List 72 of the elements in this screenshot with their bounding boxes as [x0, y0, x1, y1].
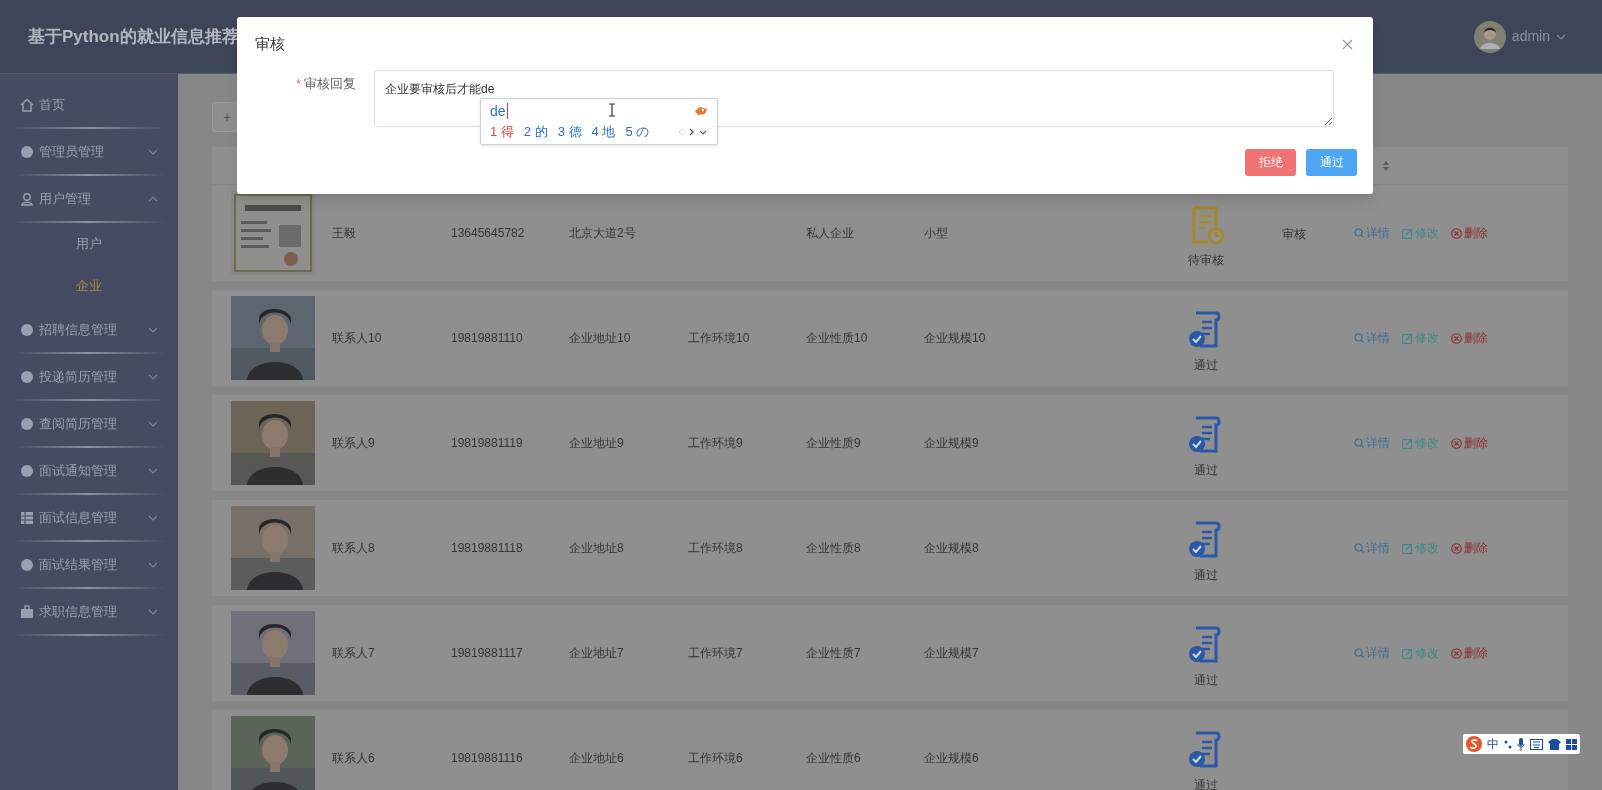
table-cell-text: 企业规模10: [924, 330, 987, 347]
app-title: 基于Python的就业信息推荐: [28, 25, 239, 48]
table-cell-text: 企业地址10: [569, 330, 632, 347]
table-cell-text: 企业地址8: [569, 540, 625, 557]
field-label: 审核回复: [304, 74, 356, 93]
required-mark: *: [295, 74, 301, 93]
table-cell-text: 企业性质7: [806, 645, 862, 662]
table-cell-text: 19819881116: [451, 750, 524, 767]
detail-link[interactable]: 详情: [1354, 329, 1390, 347]
ime-mode[interactable]: 中: [1487, 735, 1499, 753]
table-cell-text: 企业地址6: [569, 750, 625, 767]
table-cell-text: 企业性质6: [806, 750, 862, 767]
table-cell-text: 19819881119: [451, 435, 524, 452]
table-cell-text: 19819881110: [451, 330, 524, 347]
detail-link[interactable]: 详情: [1354, 644, 1390, 662]
detail-link[interactable]: 详情: [1354, 539, 1390, 557]
table-cell-text: 联系人10: [332, 330, 383, 347]
table-cell-text: 北京大道2号: [569, 225, 637, 242]
delete-link[interactable]: 删除: [1451, 224, 1488, 242]
table-cell-text: 联系人7: [332, 645, 376, 662]
sidebar-item[interactable]: 查阅简历管理: [0, 401, 178, 446]
table-cell-text: 联系人6: [332, 750, 376, 767]
sidebar-item[interactable]: 面试信息管理: [0, 495, 178, 540]
sidebar-item[interactable]: 面试结果管理: [0, 542, 178, 587]
detail-link[interactable]: 详情: [1354, 434, 1390, 452]
user-name[interactable]: admin: [1511, 26, 1550, 47]
table-cell-text: 企业规模6: [924, 750, 980, 767]
table-cell-text: 企业规模8: [924, 540, 980, 557]
status-label: 通过: [1194, 462, 1218, 479]
delete-link[interactable]: 删除: [1451, 434, 1488, 452]
status-label: 待审核: [1188, 252, 1224, 269]
status-label: 通过: [1194, 672, 1218, 689]
sidebar-item[interactable]: 管理员管理: [0, 129, 178, 174]
detail-link[interactable]: 详情: [1354, 224, 1390, 242]
table-cell-text: 19819881118: [451, 540, 524, 557]
table-cell-text: 企业地址7: [569, 645, 625, 662]
table-cell-text: 企业性质9: [806, 435, 862, 452]
table-cell-text: 联系人8: [332, 540, 376, 557]
table-cell-text: 联系人9: [332, 435, 376, 452]
delete-link[interactable]: 删除: [1451, 539, 1488, 557]
table-cell-text: 企业性质8: [806, 540, 862, 557]
sidebar-item[interactable]: 投递简历管理: [0, 354, 178, 399]
submenu-item[interactable]: 用户: [0, 223, 178, 265]
sidebar-item[interactable]: 首页: [0, 82, 178, 127]
table-cell-text: 工作环境6: [688, 750, 744, 767]
table-cell-text: 企业性质10: [806, 330, 869, 347]
dialog-title: 审核: [255, 34, 285, 54]
sidebar-item[interactable]: 招聘信息管理: [0, 307, 178, 352]
table-cell-text: 企业规模9: [924, 435, 980, 452]
table-cell-text: 企业规模7: [924, 645, 980, 662]
table-cell-text: 工作环境9: [688, 435, 744, 452]
delete-link[interactable]: 删除: [1451, 329, 1488, 347]
reject-button[interactable]: 拒绝: [1245, 148, 1296, 176]
status-label: 通过: [1194, 777, 1218, 790]
review-link[interactable]: 审核: [1282, 227, 1306, 241]
delete-link[interactable]: 删除: [1451, 644, 1488, 662]
status-label: 通过: [1194, 567, 1218, 584]
table-cell-text: 工作环境8: [688, 540, 744, 557]
table-cell-text: 王毅: [332, 225, 357, 242]
approve-button[interactable]: 通过: [1306, 148, 1357, 176]
sidebar-item[interactable]: 求职信息管理: [0, 589, 178, 634]
submenu-item[interactable]: 企业: [0, 265, 178, 307]
table-cell-text: 工作环境7: [688, 645, 744, 662]
table-cell-text: 企业地址9: [569, 435, 625, 452]
table-cell-text: 13645645782: [451, 225, 526, 242]
table-cell-text: 小型: [924, 225, 949, 242]
sidebar-item[interactable]: 面试通知管理: [0, 448, 178, 493]
table-cell-text: 19819881117: [451, 645, 524, 662]
status-label: 通过: [1194, 357, 1218, 374]
sidebar-item[interactable]: 用户管理: [0, 176, 178, 221]
table-cell-text: 工作环境10: [688, 330, 751, 347]
table-cell-text: 私人企业: [806, 225, 855, 242]
